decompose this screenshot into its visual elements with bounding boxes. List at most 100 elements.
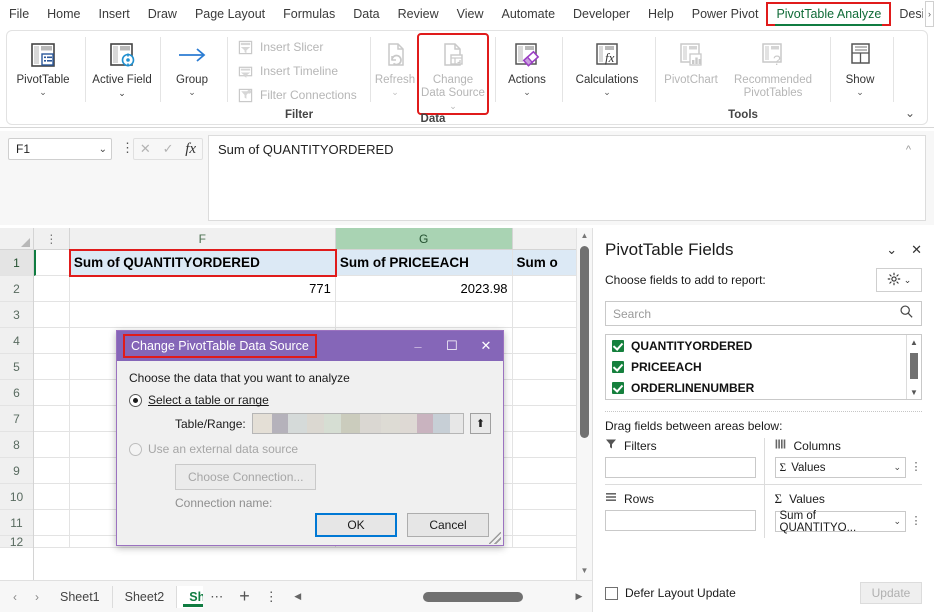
sheet-tab-sheet1[interactable]: Sheet1 (48, 585, 113, 608)
chevron-down-icon[interactable]: ⌄ (856, 87, 864, 97)
sheet-tab-sheet2[interactable]: Sheet2 (113, 585, 178, 608)
range-picker-icon[interactable]: ⬆ (470, 413, 491, 434)
triangle-up-icon[interactable]: ▲ (577, 228, 592, 243)
row-header-6[interactable]: 6 (0, 380, 33, 406)
field-item-priceeach[interactable]: PRICEEACH (606, 356, 921, 377)
pivottable-button[interactable]: PivotTable ⌄ (7, 35, 79, 97)
update-button[interactable]: Update (860, 582, 922, 604)
show-button[interactable]: Show ⌄ (831, 35, 889, 97)
ribbon-tab-page-layout[interactable]: Page Layout (186, 3, 274, 25)
rows-area[interactable]: Rows (605, 484, 764, 538)
horizontal-scrollbar-thumb[interactable] (422, 591, 523, 602)
rows-drop-box[interactable] (605, 510, 756, 531)
triangle-up-icon[interactable]: ▲ (907, 335, 921, 349)
filters-drop-box[interactable] (605, 457, 756, 478)
cell-e2[interactable] (34, 276, 70, 302)
horizontal-scrollbar-track[interactable] (307, 591, 570, 602)
checkbox-unchecked-icon[interactable] (605, 586, 618, 600)
chevron-left-icon[interactable]: ‹ (4, 590, 26, 604)
vertical-scrollbar-thumb[interactable] (580, 246, 589, 438)
insert-slicer-button[interactable]: Insert Slicer (232, 35, 327, 59)
columns-field-values[interactable]: Σ Values ⌄ (774, 457, 906, 478)
ribbon-tab-scroll-right-icon[interactable]: › (924, 1, 934, 27)
defer-layout-update-checkbox[interactable]: Defer Layout Update (605, 586, 736, 600)
cell-e3[interactable] (34, 302, 70, 328)
dialog-resize-grip[interactable] (489, 532, 501, 544)
fields-tools-button[interactable]: ⌄ (876, 268, 922, 292)
formula-input[interactable]: Sum of QUANTITYORDERED ^ (208, 135, 926, 221)
columns-area-kebab-icon[interactable]: ⋮ (910, 462, 922, 473)
filter-connections-button[interactable]: Filter Connections (232, 83, 361, 107)
values-area-kebab-icon[interactable]: ⋮ (910, 516, 922, 527)
chevron-down-icon[interactable]: ⌄ (886, 242, 897, 258)
pivotchart-button[interactable]: PivotChart (656, 35, 726, 87)
ok-button[interactable]: OK (315, 513, 397, 537)
filters-area[interactable]: Filters (605, 438, 764, 484)
chevron-down-icon[interactable]: ⌄ (188, 87, 196, 97)
ribbon-tab-power-pivot[interactable]: Power Pivot (683, 3, 768, 25)
cell-g2[interactable]: 2023.98 (335, 276, 513, 302)
close-x-icon[interactable]: ✕ (911, 242, 922, 258)
cell-f3[interactable] (69, 302, 336, 328)
ribbon-tab-data[interactable]: Data (344, 3, 388, 25)
field-item-quantityordered[interactable]: QUANTITYORDERED (606, 335, 921, 356)
columns-area[interactable]: Columns Σ Values ⌄ ⋮ (763, 438, 923, 484)
checkbox-checked-icon[interactable] (612, 339, 624, 352)
field-item-orderlinenumber[interactable]: ORDERLINENUMBER (606, 377, 921, 398)
cell-e6[interactable] (34, 380, 70, 406)
cell-e9[interactable] (34, 458, 70, 484)
search-icon[interactable] (899, 304, 914, 324)
row-header-8[interactable]: 8 (0, 432, 33, 458)
calculations-button[interactable]: fx Calculations ⌄ (563, 35, 651, 97)
cell-e4[interactable] (34, 328, 70, 354)
row-header-9[interactable]: 9 (0, 458, 33, 484)
dialog-title-bar[interactable]: Change PivotTable Data Source – ☐ ✕ (117, 331, 503, 361)
cell-e8[interactable] (34, 432, 70, 458)
row-header-4[interactable]: 4 (0, 328, 33, 354)
ribbon-tab-design[interactable]: Desi (890, 3, 923, 25)
cancel-button[interactable]: Cancel (407, 513, 489, 537)
radio-unselected-icon[interactable] (129, 442, 142, 456)
ribbon-tab-view[interactable]: View (448, 3, 493, 25)
group-button[interactable]: Group ⌄ (161, 35, 223, 97)
row-header-3[interactable]: 3 (0, 302, 33, 328)
column-header-g[interactable]: G (335, 228, 513, 249)
chevron-down-icon[interactable]: ⌄ (523, 87, 531, 97)
column-header-f[interactable]: F (69, 228, 336, 249)
fields-scrollbar-thumb[interactable] (910, 353, 918, 379)
chevron-down-icon[interactable]: ⌄ (893, 462, 901, 473)
values-field-sum-of-quantityordered[interactable]: Sum of QUANTITYO... ⌄ (774, 510, 906, 534)
kebab-icon[interactable]: ⋮ (258, 589, 285, 605)
fields-list[interactable]: QUANTITYORDERED PRICEEACH ORDERLINENUMBE… (605, 334, 922, 400)
chevron-down-icon[interactable]: ⌄ (893, 516, 901, 527)
ribbon-tab-developer[interactable]: Developer (564, 3, 639, 25)
cell-e12[interactable] (34, 536, 70, 548)
row-header-10[interactable]: 10 (0, 484, 33, 510)
close-x-icon[interactable]: ✕ (469, 331, 503, 361)
values-area[interactable]: Σ Values Sum of QUANTITYO... ⌄ ⋮ (763, 484, 922, 538)
triangle-down-icon[interactable]: ▼ (907, 385, 921, 399)
chevron-down-icon[interactable]: ⌄ (39, 87, 47, 97)
sheet-tab-sheet3[interactable]: Sh (177, 585, 204, 608)
chevron-down-icon[interactable]: ⌄ (603, 87, 611, 97)
cell-e10[interactable] (34, 484, 70, 510)
add-sheet-icon[interactable]: + (231, 586, 258, 607)
vertical-scrollbar[interactable]: ▲ ▼ (576, 228, 592, 580)
use-external-data-source-option[interactable]: Use an external data source (129, 442, 491, 456)
chevron-down-icon[interactable]: ⌄ (118, 88, 126, 98)
row-header-5[interactable]: 5 (0, 354, 33, 380)
search-input[interactable] (613, 306, 899, 321)
choose-connection-button[interactable]: Choose Connection... (175, 464, 317, 490)
ribbon-tab-draw[interactable]: Draw (139, 3, 186, 25)
ellipsis-icon[interactable]: ⋯ (203, 589, 231, 605)
cell-f1[interactable]: Sum of QUANTITYORDERED (68, 249, 337, 277)
confirm-check-icon[interactable]: ✓ (163, 141, 174, 157)
name-box[interactable]: F1 ⌄ (8, 138, 112, 160)
cell-f2[interactable]: 771 (69, 276, 336, 302)
select-all-corner[interactable] (0, 228, 34, 250)
ribbon-collapse-icon[interactable]: ⌄ (905, 106, 915, 120)
insert-timeline-button[interactable]: Insert Timeline (232, 59, 342, 83)
ribbon-tab-help[interactable]: Help (639, 3, 683, 25)
select-table-range-option[interactable]: Select a table or range (129, 393, 491, 407)
checkbox-checked-icon[interactable] (612, 360, 624, 373)
